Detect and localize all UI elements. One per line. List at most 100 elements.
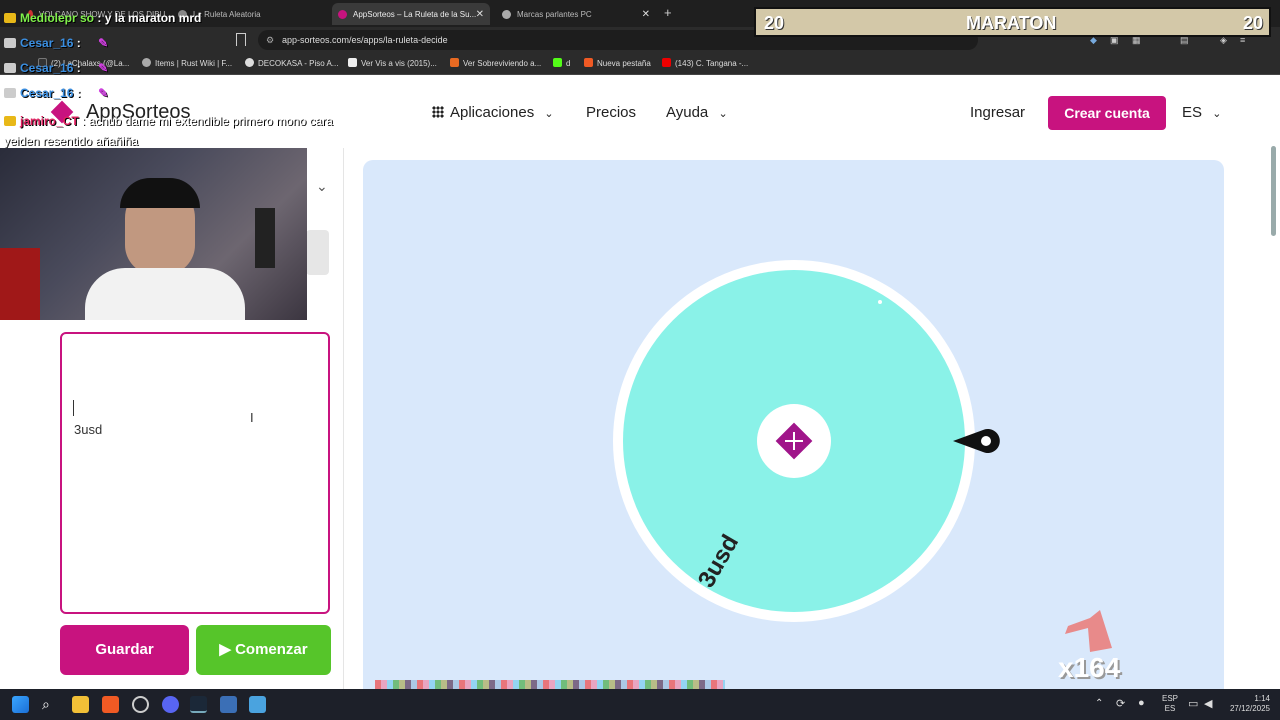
emote-icon: ✎ [98, 86, 109, 100]
nav-label: Ayuda [666, 104, 709, 121]
bookmark-icon[interactable] [236, 33, 246, 46]
chevron-down-icon: ⌄ [544, 108, 554, 120]
guardar-button[interactable]: Guardar [60, 625, 189, 675]
tab-favicon-icon [338, 9, 347, 19]
bookmark-label: Ver Sobreviviendo a... [463, 59, 542, 68]
notepad-icon[interactable] [249, 696, 266, 713]
background-object [0, 248, 40, 320]
page-scrollbar[interactable] [1271, 146, 1276, 236]
bookmark-label: Items | Rust Wiki | F... [155, 59, 233, 68]
p-icon [348, 58, 357, 67]
chat-message: Cesar_16 : ✎ [4, 36, 108, 50]
clock[interactable]: 1:14 27/12/2025 [1226, 694, 1270, 714]
chevron-up-icon[interactable]: ⌃ [1095, 698, 1103, 709]
close-tab-icon[interactable]: ✕ [476, 9, 484, 20]
text-cursor [73, 400, 74, 416]
language-line: ESP [1162, 694, 1179, 703]
emote-icon: ✎ [98, 61, 109, 75]
site-icon [450, 58, 459, 67]
entry-line: 3usd [74, 422, 103, 437]
bookmarks-bar: (2) LaChalaxs (@La... Items | Rust Wiki … [0, 53, 1280, 75]
windows-taskbar: ⌕ ⌃ ⟳ ● ESP ES ▭ ◀ 1:14 27/12/2025 [0, 689, 1280, 720]
chevron-down-icon: ⌄ [1212, 108, 1222, 120]
tab-appsorteos[interactable]: AppSorteos – La Ruleta de la Su... ✕ [332, 3, 490, 25]
chevron-down-icon[interactable]: ⌄ [316, 178, 328, 195]
camera-gimbal [255, 208, 275, 268]
ingresar-link[interactable]: Ingresar [970, 104, 1025, 121]
language-label: ES [1182, 104, 1203, 121]
option-button[interactable] [306, 230, 329, 275]
maraton-banner: 20 MARATON 20 [754, 7, 1271, 37]
i-beam-icon: I [250, 410, 254, 425]
tab-label: La Ruleta Aleatoria [193, 9, 261, 19]
chat-text: : [76, 36, 81, 50]
comenzar-label: Comenzar [235, 641, 308, 658]
windows-start-icon[interactable] [12, 696, 29, 713]
site-info-icon[interactable]: ⚙ [266, 30, 274, 50]
bookmark-item[interactable]: DECOKASA - Piso A... [245, 58, 338, 68]
chat-username: Cesar_16 [20, 61, 74, 75]
maraton-left-count: 20 [764, 13, 785, 33]
nav-ayuda[interactable]: Ayuda ⌄ [666, 104, 728, 121]
discord-icon[interactable] [162, 696, 179, 713]
sync-icon[interactable]: ⟳ [1116, 697, 1125, 710]
bookmark-item[interactable]: d [553, 58, 570, 68]
chat-username: Cesar_16 [20, 36, 74, 50]
bookmark-label: d [566, 59, 571, 68]
url-text: app-sorteos.com/es/apps/la-ruleta-decide [282, 35, 448, 45]
streamer-shirt [85, 268, 245, 320]
crown-icon [4, 38, 16, 48]
bookmark-item[interactable]: Nueva pestaña [584, 58, 651, 68]
bookmark-label: DECOKASA - Piso A... [258, 59, 339, 68]
brave-icon [584, 58, 593, 67]
combo-counter: x164 [1058, 652, 1121, 683]
crown-icon [4, 13, 16, 23]
globe-icon [245, 58, 254, 67]
streamer-hair [120, 178, 200, 208]
bookmark-item[interactable]: (143) C. Tangana -... [662, 58, 748, 68]
roulette-wheel[interactable]: 3usd [613, 260, 1003, 622]
chat-username: Mediolepr so [20, 11, 95, 25]
clock-date: 27/12/2025 [1229, 704, 1270, 713]
globe-icon [142, 58, 151, 67]
bookmark-item[interactable]: Ver Vis a vis (2015)... [348, 58, 437, 68]
language-line: ES [1164, 704, 1176, 713]
chat-message: Mediolepr so : y la maraton mrd [4, 11, 201, 25]
patrick-sticker-icon [1060, 608, 1120, 658]
bookmark-item[interactable]: Ver Sobreviviendo a... [450, 58, 541, 68]
chat-text: y la maraton mrd [104, 11, 202, 25]
language-selector[interactable]: ES ⌄ [1182, 104, 1221, 121]
emote-icon: ✎ [98, 36, 109, 50]
crear-cuenta-button[interactable]: Crear cuenta [1048, 96, 1166, 130]
network-icon[interactable]: ▭ [1188, 697, 1198, 710]
nav-aplicaciones[interactable]: Aplicaciones ⌄ [432, 104, 554, 121]
comenzar-button[interactable]: ▶ Comenzar [196, 625, 331, 675]
maraton-title: MARATON [966, 13, 1057, 33]
bookmark-label: Ver Vis a vis (2015)... [361, 59, 437, 68]
app-icon[interactable] [132, 696, 149, 713]
tab-label: AppSorteos – La Ruleta de la Su... [353, 9, 477, 19]
steam-icon[interactable] [190, 696, 207, 713]
entries-textarea[interactable]: 3usd I [60, 332, 330, 614]
search-icon[interactable]: ⌕ [42, 696, 59, 713]
bookmark-item[interactable]: Items | Rust Wiki | F... [142, 58, 232, 68]
close-tab-icon[interactable]: ✕ [642, 9, 650, 20]
clock-time: 1:14 [1254, 694, 1270, 703]
file-explorer-icon[interactable] [72, 696, 89, 713]
volume-icon[interactable]: ◀ [1204, 697, 1212, 710]
webcam-feed [0, 148, 307, 320]
nav-precios[interactable]: Precios [586, 104, 636, 121]
crown-icon [4, 88, 16, 98]
brave-icon[interactable] [102, 696, 119, 713]
chat-username: Cesar_16 [20, 86, 74, 100]
new-tab-button[interactable]: + [664, 5, 672, 20]
play-icon: ▶ [219, 641, 231, 658]
chat-text: : [76, 86, 81, 100]
crown-icon [4, 116, 16, 126]
tab-marcas-parlantes[interactable]: Marcas parlantes PC ✕ [496, 3, 656, 25]
chat-message: jamiro_CT : acnub dame mi extendible pri… [4, 114, 333, 148]
language-indicator[interactable]: ESP ES [1162, 694, 1178, 714]
microphone-icon[interactable]: ● [1138, 697, 1145, 709]
bookmark-label: (143) C. Tangana -... [675, 59, 749, 68]
app-window-icon[interactable] [220, 696, 237, 713]
